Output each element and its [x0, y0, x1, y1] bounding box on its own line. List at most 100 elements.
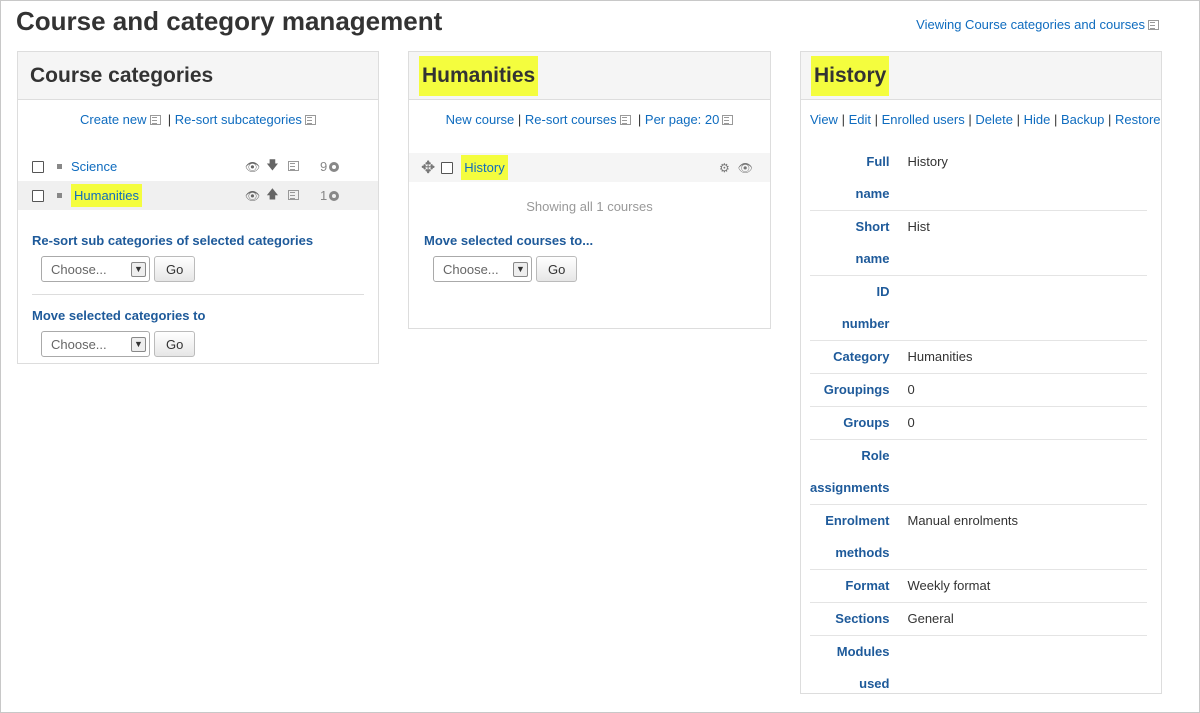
resort-title: Re-sort sub categories of selected categ…: [32, 233, 314, 248]
detail-key: Category: [810, 340, 898, 374]
category-row-science: Science 👁 🡇 9: [18, 152, 378, 181]
move-courses-section: Move selected courses to... Choose... ▼ G…: [409, 233, 770, 282]
category-link-humanities[interactable]: Humanities: [71, 184, 143, 207]
menu-icon[interactable]: [287, 160, 299, 171]
move-icon[interactable]: ✥: [421, 159, 435, 176]
resort-bulk-section: Re-sort sub categories of selected categ…: [18, 233, 378, 282]
courses-panel: Humanities New course | Re-sort courses …: [408, 51, 771, 329]
detail-row: Role assignments: [810, 439, 1147, 505]
chevron-down-icon: ▼: [513, 261, 528, 277]
cog-icon: [329, 161, 340, 172]
detail-row: Enrolment methods Manual enrolments: [810, 504, 1147, 570]
edit-link[interactable]: Edit: [849, 112, 871, 127]
detail-row: Full name History: [810, 146, 1147, 211]
backup-link[interactable]: Backup: [1061, 112, 1104, 127]
detail-value: 0: [897, 406, 1147, 440]
arrow-up-icon[interactable]: 🡅: [266, 185, 278, 206]
new-course-link[interactable]: New course: [446, 112, 515, 127]
divider: [32, 294, 364, 295]
view-mode-link[interactable]: Viewing Course categories and courses: [916, 17, 1145, 32]
detail-value: History: [897, 146, 1147, 211]
detail-row: Category Humanities: [810, 340, 1147, 374]
detail-key: Groups: [810, 406, 898, 440]
course-detail-panel: History View | Edit | Enrolled users | D…: [800, 51, 1162, 694]
view-link[interactable]: View: [810, 112, 838, 127]
category-checkbox[interactable]: [32, 189, 44, 202]
menu-icon: [149, 114, 161, 125]
arrow-down-icon[interactable]: 🡇: [266, 156, 278, 177]
detail-row: Format Weekly format: [810, 569, 1147, 603]
move-categories-section: Move selected categories to Choose... ▼ G…: [18, 308, 378, 357]
detail-key: ID number: [810, 275, 898, 341]
move-categories-go-button[interactable]: Go: [154, 331, 196, 357]
move-courses-go-button[interactable]: Go: [536, 256, 578, 282]
detail-row: Sections General: [810, 602, 1147, 636]
detail-row: Modules used: [810, 636, 1147, 701]
menu-icon: [304, 114, 316, 125]
enrolled-users-link[interactable]: Enrolled users: [882, 112, 965, 127]
menu-icon[interactable]: [287, 189, 299, 200]
create-new-link[interactable]: Create new: [80, 112, 146, 127]
detail-key: Format: [810, 569, 898, 603]
course-categories-panel: Course categories Create new | Re-sort s…: [17, 51, 379, 364]
move-courses-select[interactable]: Choose... ▼: [433, 256, 532, 282]
move-courses-title: Move selected courses to...: [424, 233, 594, 248]
course-checkbox[interactable]: [441, 161, 454, 174]
detail-key: Short name: [810, 210, 898, 276]
panel-title: History: [811, 55, 890, 96]
category-value-link[interactable]: Humanities: [897, 340, 1147, 374]
course-detail-actions: View | Edit | Enrolled users | Delete | …: [810, 112, 1161, 127]
hide-link[interactable]: Hide: [1024, 112, 1051, 127]
detail-value: [897, 439, 1147, 505]
page-title: Course and category management: [16, 6, 443, 36]
resort-courses-link[interactable]: Re-sort courses: [525, 112, 617, 127]
course-actions: New course | Re-sort courses | Per page:…: [409, 100, 770, 152]
detail-key: Role assignments: [810, 439, 898, 505]
detail-value: Hist: [897, 210, 1147, 276]
delete-link[interactable]: Delete: [975, 112, 1013, 127]
panel-header: Course categories: [18, 52, 378, 100]
menu-icon: [722, 114, 734, 125]
detail-value: General: [897, 602, 1147, 636]
menu-icon: [619, 114, 631, 125]
panel-title: Humanities: [419, 55, 539, 96]
per-page-link[interactable]: Per page: 20: [645, 112, 719, 127]
detail-key: Modules used: [836, 644, 890, 691]
detail-row: ID number: [810, 275, 1147, 341]
category-actions: Create new | Re-sort subcategories: [18, 100, 378, 152]
chevron-down-icon: ▼: [131, 261, 146, 277]
move-categories-title: Move selected categories to: [32, 308, 206, 323]
course-row: ✥ History ⚙ 👁: [409, 153, 770, 182]
gear-icon[interactable]: ⚙: [719, 161, 730, 175]
category-row-humanities: Humanities 👁 🡅 1: [18, 181, 378, 210]
move-categories-select[interactable]: Choose... ▼: [41, 331, 150, 357]
panel-title: Course categories: [30, 63, 214, 87]
eye-icon[interactable]: 👁: [738, 161, 753, 175]
menu-icon: [1148, 19, 1159, 30]
category-bullet-icon: [57, 193, 62, 198]
resort-subcategories-link[interactable]: Re-sort subcategories: [175, 112, 302, 127]
eye-icon[interactable]: 👁: [245, 160, 260, 174]
course-count: 1: [320, 181, 340, 210]
detail-key: Enrolment methods: [810, 504, 898, 570]
detail-key: Full name: [810, 146, 898, 211]
category-bullet-icon: [57, 164, 62, 169]
resort-go-button[interactable]: Go: [154, 256, 196, 282]
detail-value: [897, 275, 1147, 341]
detail-key: Groupings: [810, 373, 898, 407]
showing-count: Showing all 1 courses: [526, 199, 653, 214]
detail-value: Manual enrolments: [897, 504, 1147, 570]
category-checkbox[interactable]: [32, 160, 44, 173]
course-count: 9: [320, 152, 340, 181]
eye-icon[interactable]: 👁: [245, 189, 260, 203]
detail-value: Weekly format: [897, 569, 1147, 603]
detail-row: Groupings 0: [810, 373, 1147, 407]
detail-value: 0: [897, 373, 1147, 407]
restore-link[interactable]: Restore: [1115, 112, 1161, 127]
detail-value: [897, 636, 1147, 701]
view-mode-menu[interactable]: Viewing Course categories and courses: [916, 17, 1159, 32]
category-link-science[interactable]: Science: [71, 159, 117, 174]
detail-row: Short name Hist: [810, 210, 1147, 276]
course-link-history[interactable]: History: [461, 155, 508, 180]
resort-select[interactable]: Choose... ▼: [41, 256, 150, 282]
